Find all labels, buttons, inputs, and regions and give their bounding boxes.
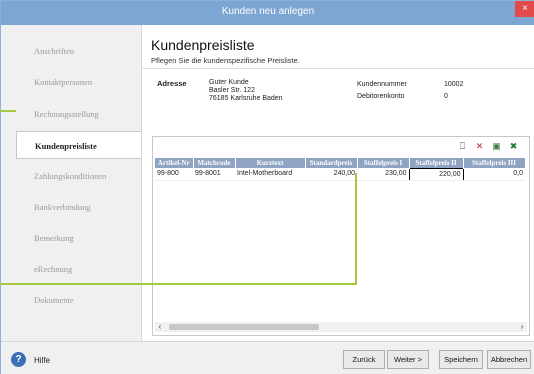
cancel-button[interactable]: Abbrechen xyxy=(487,350,531,369)
table-cell-editing[interactable]: 220,00 xyxy=(408,167,464,181)
column-header[interactable]: Matchcode xyxy=(193,158,236,168)
close-button[interactable]: × xyxy=(515,1,534,17)
sidebar-item-erechnung[interactable]: eRechnung xyxy=(16,255,142,283)
sidebar-item-kundenpreisliste[interactable]: Kundenpreisliste xyxy=(16,131,142,159)
column-header[interactable]: Kurztext xyxy=(235,158,306,168)
address-line: 76185 Karlsruhe Baden xyxy=(209,95,283,102)
table-row[interactable]: 99-800 99-8001 Intel-Motherboard 240,00 … xyxy=(155,167,525,181)
footer-bar: ? Hilfe Zurück Weiter > Speichern Abbrec… xyxy=(1,341,534,374)
help-icon[interactable]: ? xyxy=(11,352,26,367)
address-lines: Guter Kunde Basler Str. 122 76185 Karlsr… xyxy=(209,79,283,103)
back-button[interactable]: Zurück xyxy=(343,350,385,369)
address-line: Basler Str. 122 xyxy=(209,87,255,94)
table-cell[interactable]: 0,0 xyxy=(463,168,525,181)
customer-number-value: 10002 xyxy=(444,81,464,88)
scroll-thumb[interactable] xyxy=(169,324,319,330)
column-header[interactable]: Staffelpreis II xyxy=(409,158,464,168)
table-cell[interactable]: 230,00 xyxy=(357,168,409,181)
table-header-row: Artikel-Nr Matchcode Kurztext Standardpr… xyxy=(155,158,526,168)
horizontal-scrollbar[interactable]: ‹ › xyxy=(155,322,527,332)
sidebar: Anschriften Kontaktpersonen Rechnungsste… xyxy=(1,25,142,341)
sidebar-item-bankverbindung[interactable]: Bankverbindung xyxy=(16,193,142,221)
table-cell[interactable]: 240,00 xyxy=(305,168,357,181)
sidebar-item-rechnungsstellung[interactable]: Rechnungsstellung xyxy=(16,100,142,128)
callout-line xyxy=(0,110,16,112)
address-block: Adresse Guter Kunde Basler Str. 122 7618… xyxy=(157,79,532,139)
page-title: Kundenpreisliste xyxy=(151,37,255,53)
grid-toolbar: ⎕ ✕ ▣ ✖ xyxy=(457,141,519,153)
window-title: Kunden neu anlegen xyxy=(221,6,315,17)
address-line: Guter Kunde xyxy=(209,79,249,86)
delete-icon[interactable]: ✕ xyxy=(474,141,485,152)
table-cell[interactable]: 99-8001 xyxy=(193,168,235,181)
table-cell[interactable]: 99-800 xyxy=(155,168,193,181)
new-icon[interactable]: ⎕ xyxy=(457,141,468,152)
customer-number-label: Kundennummer xyxy=(357,81,407,88)
sidebar-item-bemerkung[interactable]: Bemerkung xyxy=(16,224,142,252)
callout-line xyxy=(0,283,356,285)
page-subtitle: Pflegen Sie die kundenspezifische Preisl… xyxy=(151,56,300,65)
sidebar-item-anschriften[interactable]: Anschriften xyxy=(16,37,142,65)
title-bar: Kunden neu anlegen × xyxy=(1,1,534,25)
table-cell[interactable]: Intel-Motherboard xyxy=(235,168,305,181)
column-header[interactable]: Staffelpreis III xyxy=(463,158,526,168)
debtor-account-value: 0 xyxy=(444,93,448,100)
sidebar-item-dokumente[interactable]: Dokumente xyxy=(16,286,142,314)
excel-icon[interactable]: ✖ xyxy=(508,141,519,152)
sidebar-item-zahlungskonditionen[interactable]: Zahlungskonditionen xyxy=(16,162,142,190)
edit-icon[interactable]: ▣ xyxy=(491,141,502,152)
scroll-right-icon[interactable]: › xyxy=(517,322,527,332)
address-label: Adresse xyxy=(157,79,187,88)
column-header[interactable]: Staffelpreis I xyxy=(357,158,410,168)
price-table: Artikel-Nr Matchcode Kurztext Standardpr… xyxy=(155,158,526,181)
page-header: Kundenpreisliste Pflegen Sie die kundens… xyxy=(142,25,534,69)
column-header[interactable]: Standardpreis xyxy=(305,158,358,168)
save-button[interactable]: Speichern xyxy=(439,350,483,369)
callout-line xyxy=(355,173,357,285)
scroll-left-icon[interactable]: ‹ xyxy=(155,322,165,332)
sidebar-item-kontaktpersonen[interactable]: Kontaktpersonen xyxy=(16,68,142,96)
dialog-window: Kunden neu anlegen × Anschriften Kontakt… xyxy=(0,0,534,374)
main-panel: Kundenpreisliste Pflegen Sie die kundens… xyxy=(141,25,534,341)
column-header[interactable]: Artikel-Nr xyxy=(155,158,194,168)
next-button[interactable]: Weiter > xyxy=(387,350,429,369)
price-list-panel: ⎕ ✕ ▣ ✖ Artikel-Nr Matchcode Kurztext St… xyxy=(152,136,530,336)
debtor-account-label: Debitorenkonto xyxy=(357,93,405,100)
help-label[interactable]: Hilfe xyxy=(34,356,50,365)
